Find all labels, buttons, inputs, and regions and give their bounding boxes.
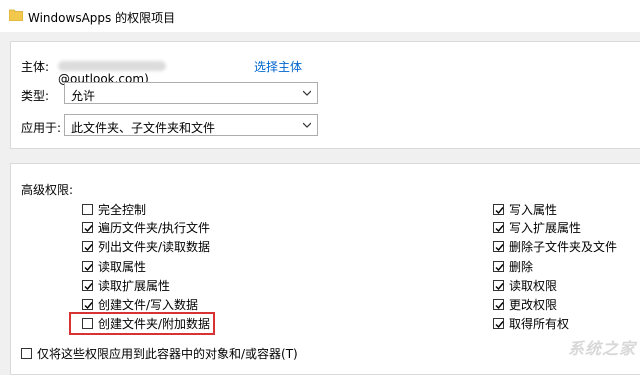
perm-label: 列出文件夹/读取数据 xyxy=(98,240,211,254)
checkbox[interactable] xyxy=(493,204,504,215)
checkbox[interactable] xyxy=(493,241,504,252)
perm-label: 写入扩展属性 xyxy=(509,221,582,235)
title-bar: WindowsApps 的权限项目 xyxy=(0,0,640,32)
select-principal-link[interactable]: 选择主体 xyxy=(254,58,302,75)
perm-label: 创建文件/写入数据 xyxy=(98,298,199,312)
applies-to-label: 应用于: xyxy=(21,121,62,135)
highlight-box xyxy=(69,312,215,335)
checkbox[interactable] xyxy=(82,299,93,310)
checkbox[interactable] xyxy=(82,222,93,233)
perm-label: 完全控制 xyxy=(98,203,147,217)
applies-to-dropdown[interactable]: 此文件夹、子文件夹和文件 xyxy=(64,114,318,136)
chevron-down-icon xyxy=(303,90,311,96)
check-icon xyxy=(495,283,504,291)
window-title: WindowsApps 的权限项目 xyxy=(28,11,176,25)
check-icon xyxy=(495,225,504,233)
watermark-logo: 系统之家 xyxy=(567,339,636,358)
check-icon xyxy=(84,283,93,291)
check-icon xyxy=(495,321,504,329)
perm-label: 取得所有权 xyxy=(509,317,570,331)
checkbox[interactable] xyxy=(493,318,504,329)
checkbox[interactable] xyxy=(82,204,93,215)
chevron-down-icon xyxy=(303,122,311,128)
checkbox[interactable] xyxy=(21,348,32,359)
perm-label: 读取扩展属性 xyxy=(98,279,171,293)
check-icon xyxy=(495,244,504,252)
perm-label: 删除 xyxy=(509,260,534,274)
checkbox[interactable] xyxy=(493,261,504,272)
perm-label: 删除子文件夹及文件 xyxy=(509,240,618,254)
advanced-title: 高级权限: xyxy=(21,183,74,197)
type-selected: 允许 xyxy=(71,89,96,103)
applies-to-selected: 此文件夹、子文件夹和文件 xyxy=(71,121,216,135)
check-icon xyxy=(84,244,93,252)
check-icon xyxy=(84,264,93,272)
apply-only-label: 仅将这些权限应用到此容器中的对象和/或容器(T) xyxy=(37,347,298,361)
perm-label: 读取权限 xyxy=(509,279,558,293)
checkbox[interactable] xyxy=(493,222,504,233)
checkbox[interactable] xyxy=(493,299,504,310)
checkbox[interactable] xyxy=(82,261,93,272)
check-icon xyxy=(495,302,504,310)
checkbox[interactable] xyxy=(82,280,93,291)
type-label: 类型: xyxy=(21,89,50,103)
folder-icon xyxy=(9,9,23,21)
checkbox[interactable] xyxy=(493,280,504,291)
principal-label: 主体: xyxy=(21,60,50,74)
check-icon xyxy=(84,302,93,310)
check-icon xyxy=(495,264,504,272)
perm-label: 读取属性 xyxy=(98,260,147,274)
check-icon xyxy=(495,207,504,215)
blurred-account xyxy=(58,60,166,71)
perm-label: 写入属性 xyxy=(509,203,558,217)
type-dropdown[interactable]: 允许 xyxy=(64,82,318,104)
perm-label: 更改权限 xyxy=(509,298,558,312)
perm-label: 遍历文件夹/执行文件 xyxy=(98,221,211,235)
check-icon xyxy=(84,225,93,233)
checkbox[interactable] xyxy=(82,241,93,252)
